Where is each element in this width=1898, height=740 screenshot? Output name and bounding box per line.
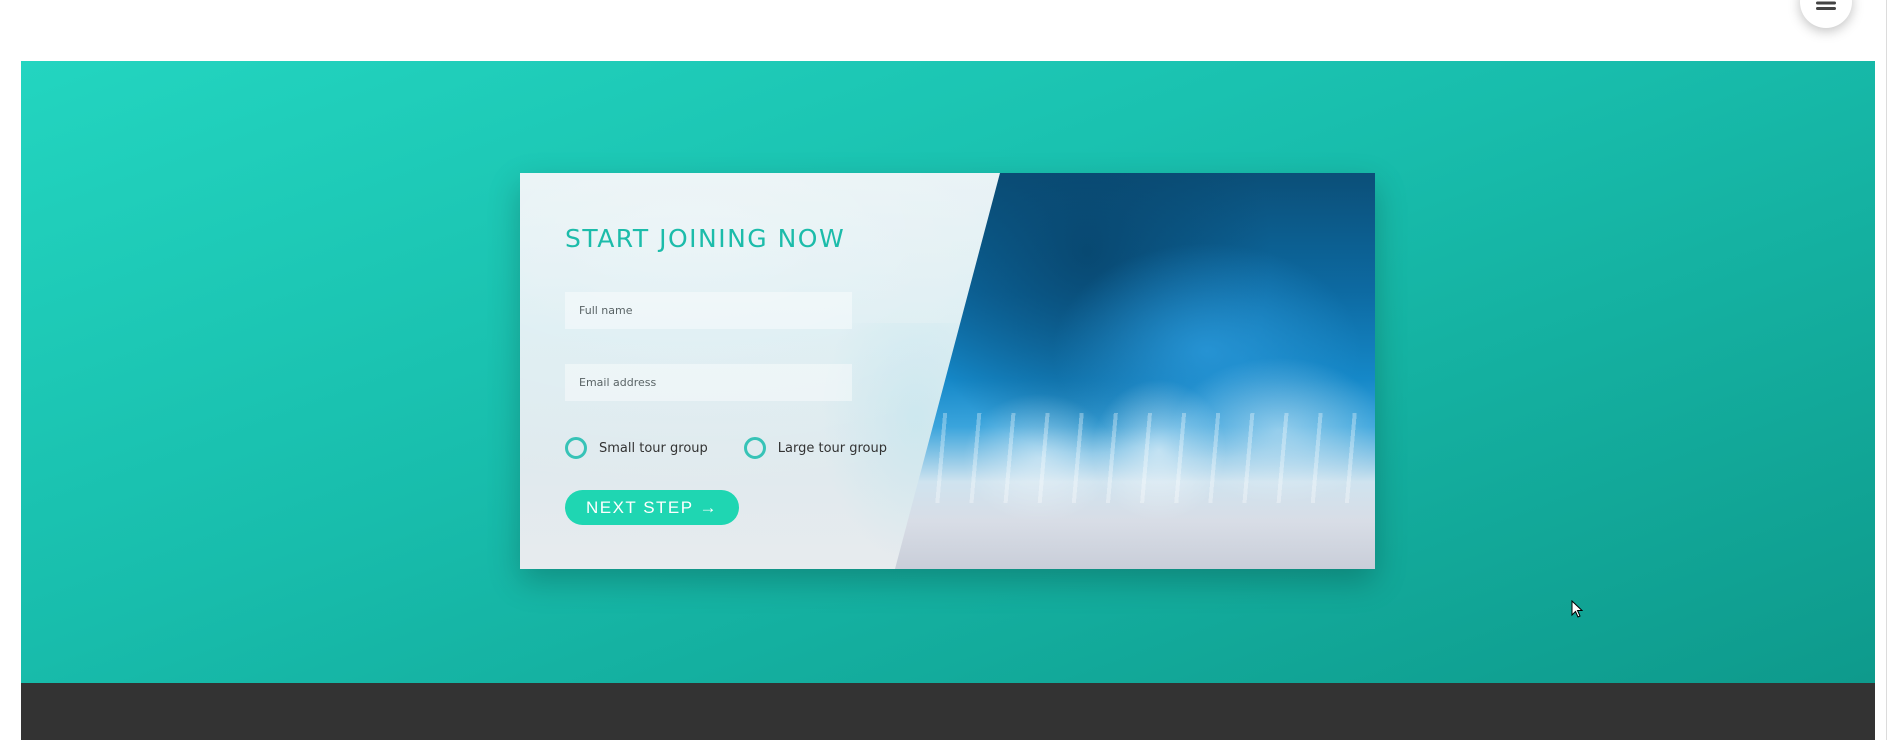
form-title: START JOINING NOW — [565, 224, 846, 253]
large-tour-group-label: Large tour group — [777, 440, 887, 456]
full-name-input[interactable] — [565, 292, 852, 329]
small-tour-group-option[interactable]: Small tour group — [565, 437, 708, 459]
scrollbar-edge — [1886, 0, 1887, 740]
hero-section: START JOINING NOW Small tour group Large… — [21, 61, 1875, 683]
small-tour-group-label: Small tour group — [599, 440, 708, 456]
radio-small-tour-group[interactable] — [565, 437, 587, 459]
large-tour-group-option[interactable]: Large tour group — [743, 437, 887, 459]
menu-button[interactable] — [1800, 0, 1852, 28]
email-input[interactable] — [565, 364, 852, 401]
next-step-button[interactable]: NEXT STEP → — [565, 490, 739, 525]
signup-card: START JOINING NOW Small tour group Large… — [520, 173, 1375, 569]
tour-group-options: Small tour group Large tour group — [565, 437, 887, 459]
radio-large-tour-group[interactable] — [743, 437, 766, 459]
footer — [21, 683, 1875, 740]
mouse-pointer-icon — [1571, 599, 1584, 623]
hamburger-icon — [1816, 0, 1836, 10]
